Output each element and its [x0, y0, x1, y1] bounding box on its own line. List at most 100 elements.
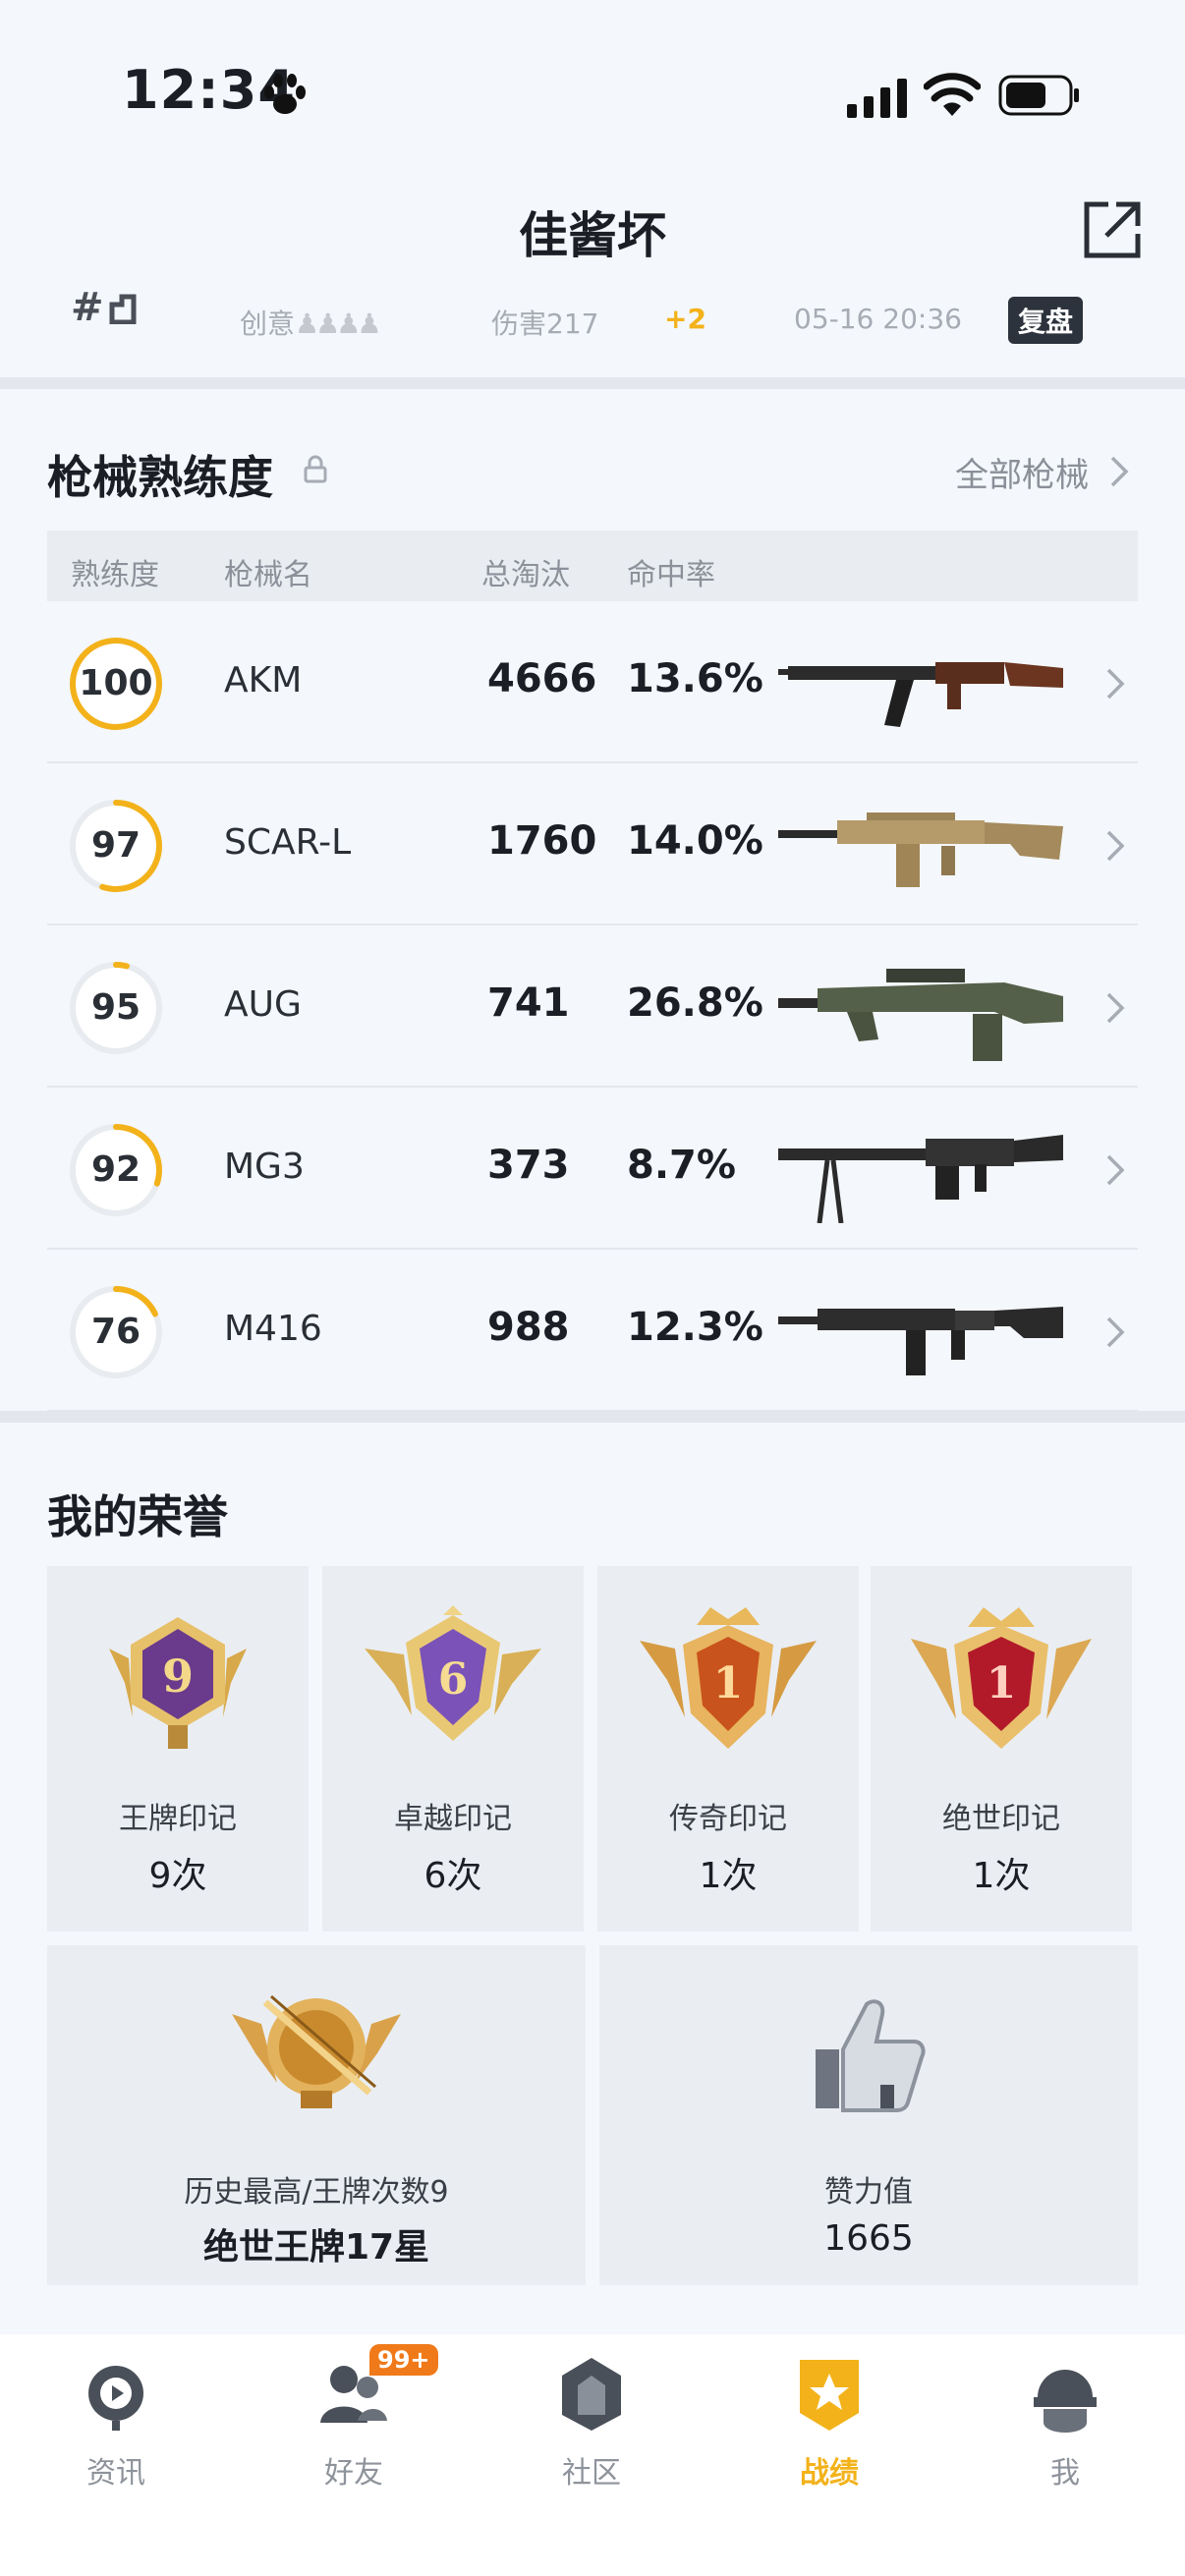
- lock-icon[interactable]: [303, 454, 328, 483]
- battery-icon: [998, 75, 1079, 116]
- chevron-right-icon[interactable]: [1104, 828, 1126, 864]
- tab-label: 好友: [324, 2456, 383, 2491]
- weapon-row[interactable]: 95 AUG 741 26.8%: [47, 925, 1138, 1088]
- honor-count: 1次: [699, 1856, 758, 1896]
- tab-label: 资讯: [86, 2456, 145, 2491]
- weapon-accuracy: 13.6%: [627, 656, 763, 701]
- match-rank: #: [71, 285, 138, 330]
- honor-value: 1665: [823, 2218, 914, 2259]
- honor-badge-number: 1: [987, 1658, 1017, 1708]
- news-icon: [88, 2366, 143, 2431]
- record-icon: [800, 2360, 859, 2431]
- share-icon[interactable]: [1081, 198, 1144, 261]
- match-time: 05-16 20:36: [794, 303, 962, 335]
- chevron-right-icon[interactable]: [1104, 1152, 1126, 1188]
- community-icon: [562, 2358, 621, 2431]
- weapon-accuracy: 26.8%: [627, 980, 763, 1026]
- match-summary-row[interactable]: # 创意♟♟♟♟ 伤害217 +2 05-16 20:36 复盘: [0, 285, 1185, 371]
- signal-icon: [847, 79, 907, 118]
- tab-friends[interactable]: 好友: [255, 2354, 452, 2501]
- weapon-kills: 988: [487, 1305, 570, 1350]
- col-header-mastery: 熟练度: [71, 558, 159, 592]
- tab-news[interactable]: 资讯: [18, 2354, 214, 2501]
- weapon-row[interactable]: 100 AKM 4666 13.6%: [47, 601, 1138, 763]
- weapon-kills: 4666: [487, 656, 597, 701]
- tab-profile[interactable]: 我: [967, 2354, 1163, 2501]
- honor-label: 赞力值: [824, 2175, 913, 2210]
- honor-label: 卓越印记: [394, 1802, 512, 1836]
- weapon-image: [778, 662, 1063, 727]
- tab-community[interactable]: 社区: [493, 2354, 690, 2501]
- weapon-accuracy: 8.7%: [627, 1143, 736, 1188]
- weapon-row[interactable]: 92 MG3 373 8.7%: [47, 1088, 1138, 1250]
- honor-card-likes[interactable]: 赞力值 1665: [599, 1945, 1138, 2285]
- all-weapons-link[interactable]: 全部枪械: [955, 448, 1089, 496]
- weapon-accuracy: 14.0%: [627, 818, 763, 864]
- section-divider: [0, 377, 1185, 389]
- weapon-row[interactable]: 76 M416 988 12.3%: [47, 1250, 1138, 1412]
- mastery-level: 76: [90, 1312, 141, 1352]
- honor-badge-number: 9: [162, 1650, 194, 1703]
- elite-mark-badge-icon: 6: [365, 1605, 541, 1741]
- col-header-kills: 总淘汰: [481, 558, 570, 592]
- bottom-tab-bar: 资讯 好友 社区 战绩 我: [0, 2334, 1185, 2576]
- honor-count: 9次: [148, 1856, 207, 1896]
- players-icon: ♟♟♟♟: [295, 308, 381, 340]
- weapon-image: [778, 969, 1063, 1061]
- weapon-row[interactable]: 97 SCAR-L 1760 14.0%: [47, 763, 1138, 925]
- status-bar: 12:34: [0, 0, 1185, 187]
- page-title: 佳酱坏: [519, 207, 666, 264]
- legend-mark-badge-icon: 1: [640, 1607, 817, 1749]
- col-header-name: 枪械名: [224, 558, 312, 592]
- match-damage: 伤害217: [491, 308, 599, 340]
- honor-badge-number: 6: [438, 1654, 469, 1705]
- weapon-name: MG3: [224, 1147, 305, 1187]
- mastery-level: 95: [90, 987, 141, 1028]
- mastery-level: 100: [79, 663, 153, 703]
- match-mode: 创意♟♟♟♟: [240, 308, 381, 340]
- weapon-name: M416: [224, 1309, 322, 1349]
- tab-label: 社区: [562, 2456, 621, 2491]
- honor-label: 传奇印记: [669, 1802, 787, 1836]
- honor-card-supreme[interactable]: 1 绝世印记 1次: [871, 1566, 1132, 1932]
- chevron-right-icon[interactable]: [1104, 990, 1126, 1026]
- friends-notification-badge: 99+: [369, 2344, 438, 2376]
- weapon-kills: 1760: [487, 818, 597, 864]
- chevron-right-icon[interactable]: [1104, 666, 1126, 701]
- weapon-kills: 373: [487, 1143, 570, 1188]
- highest-tier-badge-icon: [232, 1994, 401, 2108]
- tab-label: 我: [1050, 2456, 1080, 2491]
- weapon-image: [778, 1307, 1063, 1375]
- profile-icon: [1034, 2370, 1097, 2433]
- supreme-mark-badge-icon: 1: [911, 1607, 1092, 1749]
- weapon-image: [778, 1135, 1063, 1223]
- ace-mark-badge-icon: 9: [109, 1617, 247, 1749]
- weapon-image: [778, 812, 1063, 887]
- thumbs-up-icon: [816, 1999, 926, 2112]
- weapon-name: AUG: [224, 984, 302, 1025]
- mastery-level: 92: [90, 1149, 141, 1190]
- honor-value: 绝世王牌17星: [202, 2227, 430, 2268]
- honor-label: 王牌印记: [119, 1802, 237, 1836]
- honor-count: 6次: [423, 1856, 482, 1896]
- honor-label: 绝世印记: [942, 1802, 1060, 1836]
- col-header-accuracy: 命中率: [627, 558, 715, 592]
- honor-card-elite[interactable]: 6 卓越印记 6次: [322, 1566, 584, 1932]
- replay-button[interactable]: 复盘: [1008, 297, 1084, 344]
- wifi-icon: [924, 73, 981, 116]
- honor-card-legend[interactable]: 1 传奇印记 1次: [597, 1566, 859, 1932]
- weapon-name: SCAR-L: [224, 822, 352, 863]
- honor-card-highest-tier[interactable]: 历史最高/王牌次数9 绝世王牌17星: [47, 1945, 586, 2285]
- chevron-right-icon[interactable]: [1104, 1315, 1126, 1350]
- chevron-right-icon[interactable]: [1108, 454, 1130, 489]
- honor-card-ace[interactable]: 9 王牌印记 9次: [47, 1566, 309, 1932]
- weapon-kills: 741: [487, 980, 570, 1026]
- tab-record[interactable]: 战绩: [731, 2354, 928, 2501]
- honor-badge-number: 1: [713, 1658, 744, 1708]
- paw-icon: [264, 74, 306, 114]
- match-delta: +2: [664, 303, 706, 335]
- honor-count: 1次: [972, 1856, 1031, 1896]
- weapons-table-header: 熟练度 枪械名 总淘汰 命中率: [47, 531, 1138, 601]
- weapons-section-title: 枪械熟练度: [47, 451, 273, 504]
- honors-section-title: 我的荣誉: [47, 1490, 228, 1543]
